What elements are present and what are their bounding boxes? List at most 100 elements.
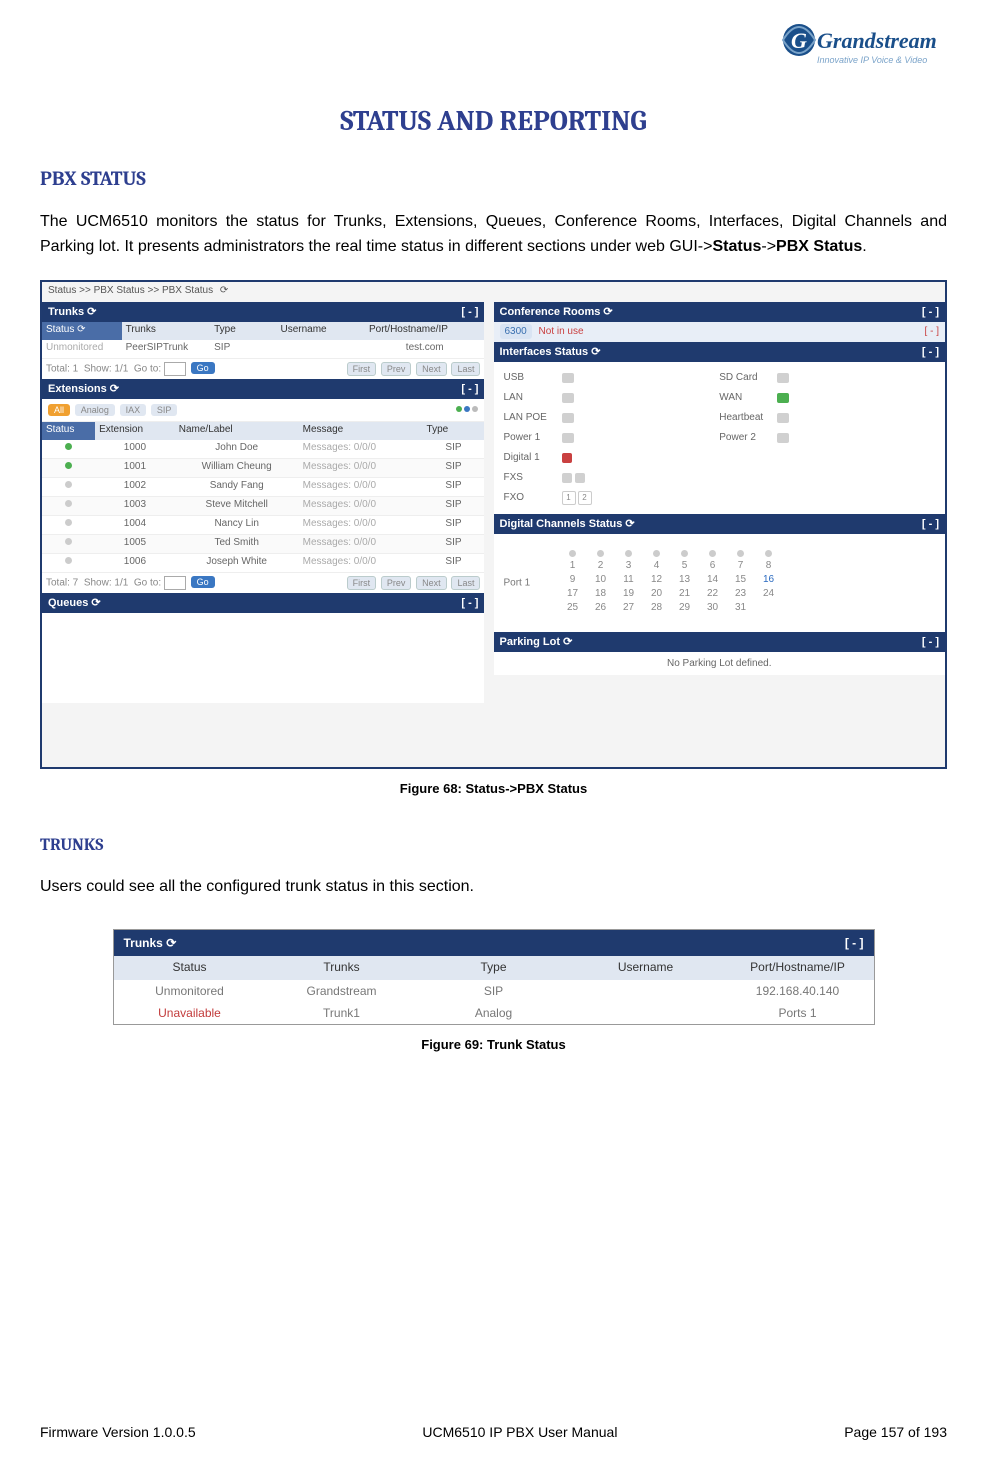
col-status[interactable]: Status bbox=[42, 422, 95, 440]
status-dot-icon bbox=[65, 519, 72, 526]
arrow: -> bbox=[761, 238, 776, 255]
col-type[interactable]: Type bbox=[418, 956, 570, 980]
digital-channels-panel-header[interactable]: Digital Channels Status ⟳ [ - ] bbox=[494, 514, 946, 534]
collapse-toggle[interactable]: [ - ] bbox=[461, 597, 478, 609]
channel-number: 23 bbox=[734, 588, 748, 599]
pager-first[interactable]: First bbox=[347, 576, 377, 590]
trunks-panel-header-fig69[interactable]: Trunks ⟳ [ - ] bbox=[114, 930, 874, 956]
channel-number: 6 bbox=[706, 560, 720, 571]
pager-input[interactable] bbox=[164, 362, 186, 376]
refresh-icon[interactable]: ⟳ bbox=[603, 306, 612, 318]
pager-prev[interactable]: Prev bbox=[381, 362, 412, 376]
iface-digital1: Digital 1 bbox=[504, 452, 554, 463]
col-host[interactable]: Port/Hostname/IP bbox=[722, 956, 874, 980]
collapse-toggle[interactable]: [ - ] bbox=[922, 346, 939, 358]
conference-number[interactable]: 6300 bbox=[500, 324, 532, 339]
refresh-icon[interactable]: ⟳ bbox=[591, 346, 600, 358]
channel-number-row: 910111213141516 bbox=[566, 574, 924, 585]
tab-all[interactable]: All bbox=[48, 404, 70, 416]
pager-next[interactable]: Next bbox=[416, 576, 447, 590]
queues-panel-header[interactable]: Queues ⟳ [ - ] bbox=[42, 593, 484, 613]
conference-status: Not in use bbox=[539, 326, 584, 337]
col-name[interactable]: Name/Label bbox=[175, 422, 299, 440]
interfaces-panel-header[interactable]: Interfaces Status ⟳ [ - ] bbox=[494, 342, 946, 362]
cell-type: SIP bbox=[210, 340, 276, 358]
refresh-icon[interactable]: ⟳ bbox=[625, 518, 634, 530]
pager-first[interactable]: First bbox=[347, 362, 377, 376]
col-trunks[interactable]: Trunks bbox=[122, 322, 210, 340]
pager-last[interactable]: Last bbox=[451, 362, 480, 376]
refresh-icon[interactable]: ⟳ bbox=[87, 306, 96, 318]
pager-next[interactable]: Next bbox=[416, 362, 447, 376]
col-username[interactable]: Username bbox=[276, 322, 364, 340]
status-dot-icon bbox=[65, 462, 72, 469]
channel-number: 22 bbox=[706, 588, 720, 599]
logo-text: Grandstream bbox=[817, 28, 937, 54]
col-status[interactable]: Status bbox=[46, 324, 74, 335]
lanpoe-icon bbox=[562, 413, 574, 423]
refresh-icon[interactable]: ⟳ bbox=[91, 597, 100, 609]
collapse-toggle[interactable]: [ - ] bbox=[461, 383, 478, 395]
refresh-icon[interactable]: ⟳ bbox=[563, 636, 572, 648]
col-status[interactable]: Status bbox=[114, 956, 266, 980]
pager-prev[interactable]: Prev bbox=[381, 576, 412, 590]
table-row: 1002Sandy FangMessages: 0/0/0SIP bbox=[42, 478, 484, 497]
parking-lot-panel-header[interactable]: Parking Lot ⟳ [ - ] bbox=[494, 632, 946, 652]
interfaces-title: Interfaces Status bbox=[500, 346, 589, 358]
col-message[interactable]: Message bbox=[299, 422, 423, 440]
extensions-panel-header[interactable]: Extensions ⟳ [ - ] bbox=[42, 379, 484, 399]
trunks-panel-header[interactable]: Trunks ⟳ [ - ] bbox=[42, 302, 484, 322]
fxs-icons bbox=[562, 473, 585, 483]
tab-sip[interactable]: SIP bbox=[151, 404, 178, 416]
channel-number: 8 bbox=[762, 560, 776, 571]
channel-number: 13 bbox=[678, 574, 692, 585]
extensions-column-header: Status Extension Name/Label Message Type bbox=[42, 422, 484, 440]
conference-panel-header[interactable]: Conference Rooms ⟳ [ - ] bbox=[494, 302, 946, 322]
collapse-toggle[interactable]: [ - ] bbox=[922, 518, 939, 530]
go-button[interactable]: Go bbox=[191, 362, 215, 374]
cell-message: Messages: 0/0/0 bbox=[299, 554, 423, 572]
channel-number: 24 bbox=[762, 588, 776, 599]
cell-extension: 1001 bbox=[95, 459, 175, 477]
channel-number: 7 bbox=[734, 560, 748, 571]
conference-title: Conference Rooms bbox=[500, 306, 601, 318]
trunks-pager: Total: 1 Show: 1/1 Go to: Go First Prev … bbox=[42, 359, 484, 379]
svg-text:G: G bbox=[791, 28, 807, 53]
pager-total: Total: 7 bbox=[46, 577, 78, 588]
logo-subtext: Innovative IP Voice & Video bbox=[817, 55, 927, 65]
go-button[interactable]: Go bbox=[191, 576, 215, 588]
col-type[interactable]: Type bbox=[210, 322, 276, 340]
tab-analog[interactable]: Analog bbox=[75, 404, 115, 416]
tab-iax[interactable]: IAX bbox=[120, 404, 147, 416]
cell-type: SIP bbox=[423, 478, 485, 496]
cell-name: Steve Mitchell bbox=[175, 497, 299, 515]
cell-username bbox=[570, 1002, 722, 1024]
sdcard-icon bbox=[777, 373, 789, 383]
cell-name: John Doe bbox=[175, 440, 299, 458]
legend-dots bbox=[454, 404, 478, 415]
iface-usb: USB bbox=[504, 372, 554, 383]
channel-number: 14 bbox=[706, 574, 720, 585]
pager-last[interactable]: Last bbox=[451, 576, 480, 590]
col-host[interactable]: Port/Hostname/IP bbox=[365, 322, 484, 340]
iface-lan: LAN bbox=[504, 392, 554, 403]
pager-input[interactable] bbox=[164, 576, 186, 590]
trunks-paragraph: Users could see all the configured trunk… bbox=[40, 875, 947, 900]
refresh-icon[interactable]: ⟳ bbox=[220, 285, 228, 296]
status-dot-icon bbox=[65, 500, 72, 507]
trunks-title: Trunks bbox=[48, 306, 84, 318]
col-trunks[interactable]: Trunks bbox=[266, 956, 418, 980]
col-username[interactable]: Username bbox=[570, 956, 722, 980]
cell-type: SIP bbox=[423, 459, 485, 477]
collapse-toggle[interactable]: [ - ] bbox=[461, 306, 478, 318]
col-type[interactable]: Type bbox=[423, 422, 485, 440]
col-extension[interactable]: Extension bbox=[95, 422, 175, 440]
refresh-icon[interactable]: ⟳ bbox=[110, 383, 119, 395]
conf-collapse[interactable]: [ - ] bbox=[925, 326, 939, 337]
collapse-toggle[interactable]: [ - ] bbox=[922, 636, 939, 648]
collapse-toggle[interactable]: [ - ] bbox=[922, 306, 939, 318]
channel-number: 11 bbox=[622, 574, 636, 585]
refresh-icon[interactable]: ⟳ bbox=[166, 936, 176, 950]
collapse-toggle[interactable]: [ - ] bbox=[845, 936, 864, 950]
table-row: 1006Joseph WhiteMessages: 0/0/0SIP bbox=[42, 554, 484, 573]
